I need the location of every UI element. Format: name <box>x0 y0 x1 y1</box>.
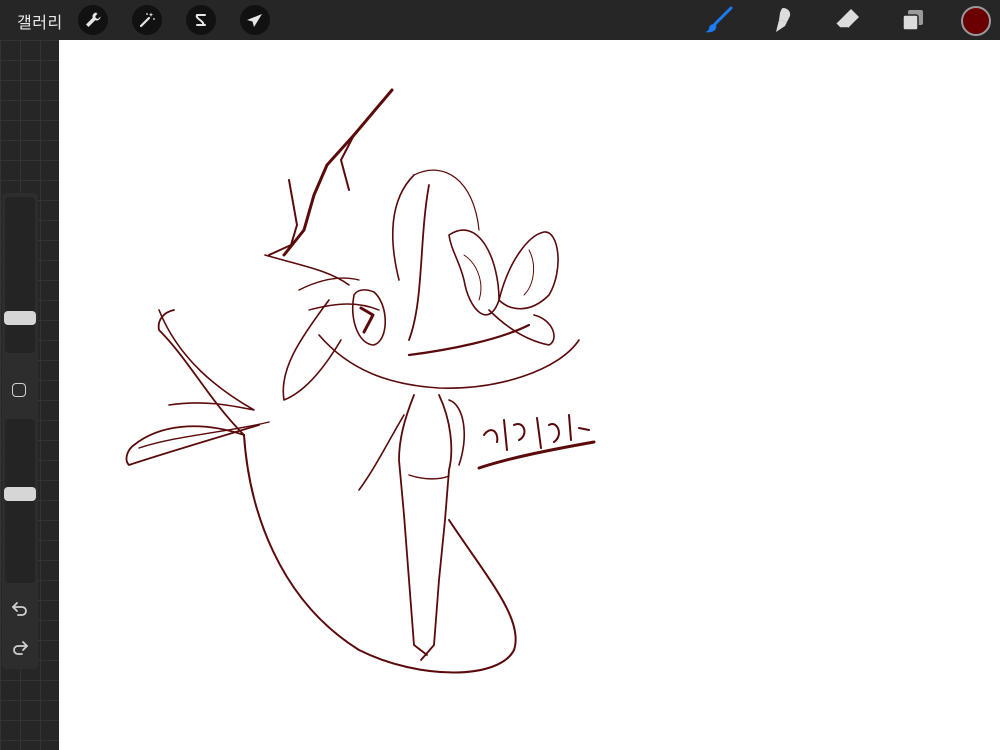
body-stroke <box>398 394 428 656</box>
transform-button[interactable] <box>240 5 270 35</box>
hair-stroke <box>282 299 342 401</box>
hair-stroke <box>298 277 360 291</box>
square-icon[interactable] <box>12 383 26 397</box>
brush-sidebar <box>2 193 38 669</box>
wrench-icon <box>86 12 101 27</box>
tail-stroke <box>157 309 245 436</box>
brush-icon <box>705 6 733 33</box>
head-stroke <box>391 174 415 281</box>
pupil-stroke <box>359 306 375 334</box>
eraser-icon <box>835 9 859 29</box>
tail-stroke <box>125 424 260 466</box>
hat-stroke <box>264 254 350 286</box>
hair-stroke <box>308 303 380 311</box>
tail-stroke <box>158 309 255 411</box>
face-stroke <box>407 323 531 357</box>
opacity-slider[interactable] <box>5 419 35 583</box>
arm-stroke <box>358 414 405 491</box>
color-picker-button[interactable] <box>961 6 991 36</box>
body-stroke <box>408 474 450 480</box>
smudge-icon <box>776 8 791 32</box>
arrow-cursor-icon <box>247 14 262 27</box>
head-stroke <box>408 184 430 341</box>
signature-underline <box>477 440 596 470</box>
drawing-canvas[interactable] <box>59 40 1000 750</box>
tail-stroke <box>243 434 517 674</box>
undo-arrow-icon[interactable] <box>10 598 30 618</box>
eraser-tool-button[interactable] <box>831 4 863 36</box>
top-toolbar: 갤러리 <box>0 0 1000 40</box>
eye-stroke <box>351 289 386 346</box>
redo-arrow-icon[interactable] <box>10 637 30 657</box>
selection-button[interactable] <box>186 5 216 35</box>
brush-tool-button[interactable] <box>703 4 735 36</box>
body-stroke <box>420 394 453 661</box>
layers-icon <box>902 10 923 31</box>
butterfly-stroke <box>498 231 559 310</box>
opacity-thumb[interactable] <box>4 486 36 501</box>
actions-button[interactable] <box>78 5 108 35</box>
brush-size-slider[interactable] <box>5 197 35 353</box>
brush-size-thumb[interactable] <box>4 310 36 325</box>
magic-wand-icon <box>139 12 155 28</box>
butterfly-stroke <box>448 229 500 316</box>
gallery-button[interactable]: 갤러리 <box>17 9 63 33</box>
adjustments-button[interactable] <box>132 5 162 35</box>
sketch-drawing <box>125 88 596 674</box>
selection-s-icon <box>195 14 206 26</box>
layers-button[interactable] <box>897 4 929 36</box>
hat-stroke <box>282 88 394 257</box>
smudge-tool-button[interactable] <box>767 4 799 36</box>
butterfly-stroke <box>523 249 535 296</box>
